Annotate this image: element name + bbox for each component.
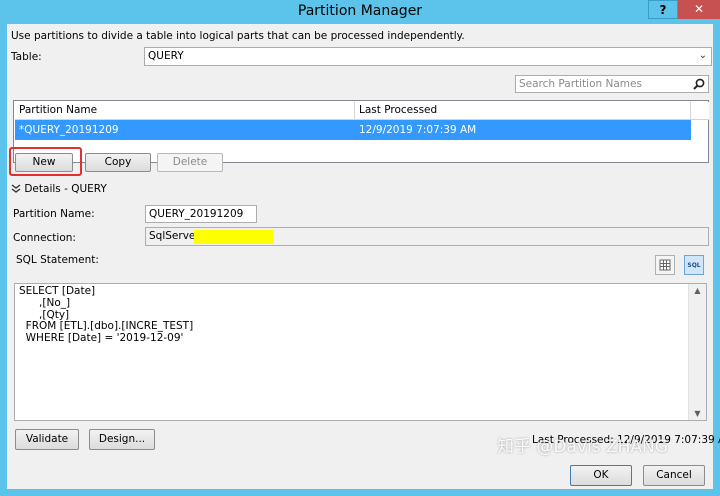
ok-button[interactable]: OK	[570, 465, 632, 486]
grid-header: Partition Name Last Processed	[15, 102, 709, 120]
partition-manager-window: Partition Manager ? ✕ Use partitions to …	[0, 0, 720, 496]
table-label: Table:	[11, 51, 42, 63]
validate-button[interactable]: Validate	[15, 429, 79, 450]
search-input[interactable]: Search Partition Names	[515, 75, 709, 93]
table-view-button[interactable]	[655, 255, 675, 275]
search-icon	[693, 78, 705, 90]
sql-statement-label: SQL Statement:	[16, 254, 99, 266]
cancel-button[interactable]: Cancel	[643, 465, 705, 486]
table-row[interactable]: *QUERY_20191209 12/9/2019 7:07:39 AM	[15, 120, 691, 140]
table-select[interactable]: QUERY ⌄	[144, 47, 712, 66]
delete-button[interactable]: Delete	[157, 153, 223, 172]
last-processed-cell: 12/9/2019 7:07:39 AM	[359, 124, 477, 136]
sql-view-icon[interactable]: SQL	[684, 255, 704, 275]
dialog-body: Use partitions to divide a table into lo…	[7, 24, 720, 489]
scroll-up-icon[interactable]: ▲	[689, 286, 706, 295]
partition-name-field[interactable]: QUERY_20191209	[145, 205, 257, 223]
partition-name-cell: *QUERY_20191209	[19, 124, 119, 136]
vertical-scrollbar[interactable]: ▲ ▼	[688, 284, 706, 420]
details-header[interactable]: Details - QUERY	[11, 183, 107, 195]
grid-icon	[659, 259, 671, 271]
window-title: Partition Manager	[297, 3, 423, 19]
connection-value: SqlServer	[149, 230, 200, 242]
scroll-down-icon[interactable]: ▼	[689, 409, 706, 418]
watermark: 知乎 @Davis ZHANG	[497, 437, 668, 457]
copy-button[interactable]: Copy	[85, 153, 151, 172]
redaction-mark	[194, 230, 274, 244]
column-header-last-processed[interactable]: Last Processed	[355, 102, 691, 119]
table-select-value: QUERY	[148, 50, 184, 62]
new-button[interactable]: New	[15, 153, 73, 172]
search-placeholder: Search Partition Names	[519, 78, 642, 90]
partition-name-label: Partition Name:	[13, 208, 95, 220]
connection-label: Connection:	[13, 232, 76, 244]
design-button[interactable]: Design...	[89, 429, 155, 450]
chevron-down-icon: ⌄	[698, 50, 707, 61]
column-header-partition-name[interactable]: Partition Name	[15, 102, 355, 119]
sql-statement-text: SELECT [Date] ,[No_] ,[Qty] FROM [ETL].[…	[19, 285, 194, 345]
description-text: Use partitions to divide a table into lo…	[11, 30, 465, 42]
double-chevron-down-icon	[11, 184, 21, 193]
title-bar: Partition Manager ? ✕	[0, 0, 720, 24]
sql-statement-editor[interactable]: SELECT [Date] ,[No_] ,[Qty] FROM [ETL].[…	[14, 283, 707, 421]
connection-field[interactable]: SqlServer	[145, 227, 709, 246]
close-button[interactable]: ✕	[678, 0, 720, 19]
help-button[interactable]: ?	[648, 0, 678, 19]
details-header-label: Details - QUERY	[24, 183, 107, 195]
